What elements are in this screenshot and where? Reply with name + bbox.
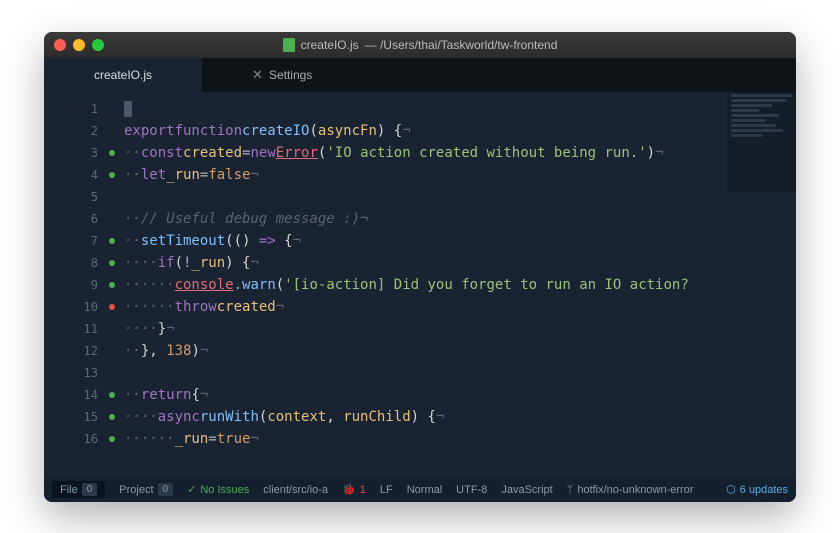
status-path[interactable]: client/src/io-a	[263, 484, 328, 496]
line-number: 3	[44, 142, 104, 164]
status-encoding[interactable]: UTF-8	[456, 484, 487, 496]
zoom-icon[interactable]	[92, 39, 104, 51]
minimize-icon[interactable]	[73, 39, 85, 51]
tab-createio[interactable]: createIO.js	[44, 58, 202, 92]
code-line[interactable]: ····}¬	[124, 318, 796, 340]
code-line[interactable]: export function createIO (asyncFn) {¬	[124, 120, 796, 142]
tab-bar: createIO.js ✕ Settings	[44, 58, 796, 92]
settings-icon: ✕	[252, 67, 263, 83]
code-line[interactable]: ··// Useful debug message :)¬	[124, 208, 796, 230]
code-area[interactable]: export function createIO (asyncFn) {¬··c…	[104, 92, 796, 478]
title-path: — /Users/thai/Taskworld/tw-frontend	[365, 38, 558, 52]
close-icon[interactable]	[54, 39, 66, 51]
code-line[interactable]: ··const created = new Error('IO action c…	[124, 142, 796, 164]
line-number: 15	[44, 406, 104, 428]
editor-area[interactable]: 12345678910111213141516 export function …	[44, 92, 796, 478]
line-number: 7	[44, 230, 104, 252]
status-bar: File 0 Project 0 ✓ No Issues client/src/…	[44, 478, 796, 502]
status-language[interactable]: JavaScript	[501, 484, 552, 496]
branch-icon: ᛘ	[567, 484, 574, 496]
title-file: createIO.js	[301, 38, 359, 52]
line-number: 6	[44, 208, 104, 230]
tab-label: Settings	[269, 68, 312, 82]
check-icon: ✓	[187, 483, 196, 496]
line-number: 14	[44, 384, 104, 406]
line-number: 8	[44, 252, 104, 274]
status-errors[interactable]: 🐞 1	[342, 483, 366, 496]
line-number: 11	[44, 318, 104, 340]
traffic-lights	[54, 39, 104, 51]
line-number: 16	[44, 428, 104, 450]
status-branch[interactable]: ᛘ hotfix/no-unknown-error	[567, 484, 694, 496]
code-line[interactable]	[124, 186, 796, 208]
code-line[interactable]: ······console.warn('[io-action] Did you …	[124, 274, 796, 296]
line-number: 5	[44, 186, 104, 208]
code-line[interactable]	[124, 362, 796, 384]
line-number: 1	[44, 98, 104, 120]
tab-label: createIO.js	[94, 68, 152, 82]
line-number: 2	[44, 120, 104, 142]
minimap[interactable]	[726, 92, 796, 192]
code-line[interactable]: ······_run = true¬	[124, 428, 796, 450]
line-number: 12	[44, 340, 104, 362]
code-line[interactable]: ····async runWith (context, runChild) {¬	[124, 406, 796, 428]
file-icon	[283, 38, 295, 52]
status-project[interactable]: Project 0	[119, 483, 173, 496]
line-gutter: 12345678910111213141516	[44, 92, 104, 478]
status-updates[interactable]: ⬡ 6 updates	[726, 483, 788, 496]
code-line[interactable]: ··setTimeout(() => {¬	[124, 230, 796, 252]
status-lineending[interactable]: LF	[380, 484, 393, 496]
code-line[interactable]: ··let _run = false¬	[124, 164, 796, 186]
line-number: 10	[44, 296, 104, 318]
status-issues[interactable]: ✓ No Issues	[187, 483, 249, 496]
code-line[interactable]: ··return {¬	[124, 384, 796, 406]
package-icon: ⬡	[726, 483, 736, 496]
line-number: 4	[44, 164, 104, 186]
bug-icon: 🐞	[342, 483, 356, 496]
line-number: 9	[44, 274, 104, 296]
code-line[interactable]: ····if (!_run) {¬	[124, 252, 796, 274]
code-line[interactable]	[124, 98, 796, 120]
titlebar: createIO.js — /Users/thai/Taskworld/tw-f…	[44, 32, 796, 58]
code-line[interactable]: ··}, 138)¬	[124, 340, 796, 362]
window-title: createIO.js — /Users/thai/Taskworld/tw-f…	[44, 38, 796, 52]
line-number: 13	[44, 362, 104, 384]
tab-settings[interactable]: ✕ Settings	[202, 58, 362, 92]
code-line[interactable]: ······throw created¬	[124, 296, 796, 318]
status-mode[interactable]: Normal	[407, 484, 442, 496]
status-file[interactable]: File 0	[52, 481, 105, 498]
editor-window: createIO.js — /Users/thai/Taskworld/tw-f…	[44, 32, 796, 502]
